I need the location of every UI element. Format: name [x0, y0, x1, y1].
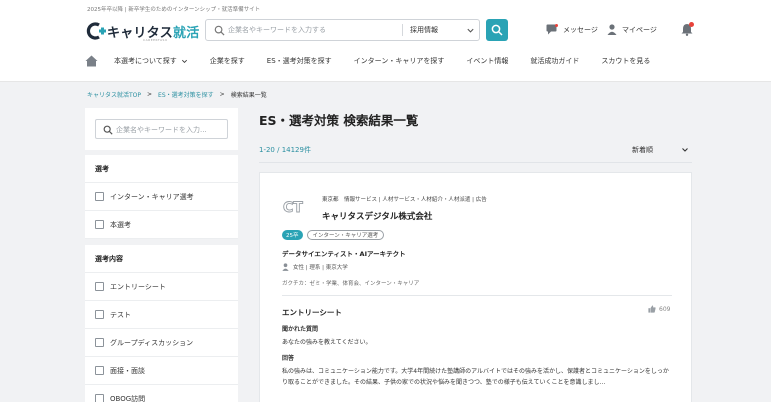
selection-type-badge: インターン・キャリア選考 [306, 230, 385, 240]
question-text: あなたの強みを教えてください。 [282, 339, 372, 346]
chevron-down-icon[interactable] [466, 26, 475, 35]
sort-label: 新着順 [632, 146, 653, 154]
svg-text:CT: CT [283, 200, 303, 216]
company-name[interactable]: キャリタスデジタル株式会社 [322, 210, 432, 222]
search-category-select[interactable]: 採用情報 [410, 25, 438, 35]
checkbox[interactable] [95, 338, 104, 347]
like-button[interactable]: 609 [648, 305, 670, 313]
breadcrumb-parent[interactable]: ES・選考対策を探す [158, 90, 214, 99]
filter-option-entry-sheet[interactable]: エントリーシート [85, 273, 238, 301]
main-nav: 本選考について探す 企業を探す ES・選考対策を探す インターン・キャリアを探す… [85, 52, 672, 70]
company-meta: 東京都 情報サービス | 人材サービス・人材紹介・人材派遣 | 広告 [322, 197, 487, 203]
checkbox[interactable] [95, 310, 104, 319]
chevron-down-icon [682, 148, 688, 152]
person-text: 女性 | 理系 | 東京大学 [293, 265, 348, 271]
checkbox[interactable] [95, 394, 104, 402]
chevron-down-icon [181, 59, 187, 63]
thumbs-up-icon [648, 305, 656, 313]
filter-title-selection: 選考 [85, 155, 238, 183]
search-icon [491, 24, 503, 36]
nav-item-selection[interactable]: 本選考について探す [114, 56, 188, 66]
person-info: 女性 | 理系 | 東京大学 [282, 263, 348, 271]
page-title: ES・選考対策 検索結果一覧 [259, 113, 419, 128]
nav-item-companies[interactable]: 企業を探す [210, 56, 245, 66]
filter-option-obog[interactable]: OBOG訪問 [85, 385, 238, 402]
header-search-button[interactable] [486, 19, 508, 41]
filter-option-test[interactable]: テスト [85, 301, 238, 329]
like-count: 609 [659, 305, 671, 313]
nav-item-events[interactable]: イベント情報 [466, 56, 508, 66]
result-card[interactable]: CT 東京都 情報サービス | 人材サービス・人材紹介・人材派遣 | 広告 キャ… [259, 172, 692, 402]
filter-option-gd[interactable]: グループディスカッション [85, 329, 238, 357]
search-icon [214, 25, 225, 36]
search-divider [402, 24, 403, 36]
question-label: 聞かれた質問 [282, 326, 319, 333]
checkbox[interactable] [95, 282, 104, 291]
filter-option-main[interactable]: 本選考 [85, 211, 238, 239]
nav-item-intern[interactable]: インターン・キャリアを探す [354, 56, 445, 66]
breadcrumb-home[interactable]: キャリタス就活TOP [87, 90, 141, 99]
nav-item-guide[interactable]: 就活成功ガイド [530, 56, 579, 66]
checkbox[interactable] [95, 192, 104, 201]
site-tagline: 2025年卒以降 | 新卒学生のためのインターンシップ・就活準備サイト [87, 7, 261, 13]
notification-button[interactable] [681, 22, 694, 36]
header-search-bar: 採用情報 [205, 19, 480, 41]
search-icon [103, 125, 113, 135]
header-search-input[interactable] [228, 23, 398, 37]
breadcrumb-separator: > [147, 91, 153, 98]
sidebar-search-box [95, 119, 228, 139]
checkbox[interactable] [95, 366, 104, 375]
nav-item-es[interactable]: ES・選考対策を探す [267, 56, 332, 66]
message-icon [546, 24, 558, 35]
home-icon[interactable] [85, 55, 98, 67]
filter-panel-selection: 選考 インターン・キャリア選考 本選考 [85, 155, 238, 239]
message-label: メッセージ [563, 25, 598, 34]
breadcrumb-current: 検索結果一覧 [230, 92, 267, 99]
nav-item-scout[interactable]: スカウトを見る [601, 56, 650, 66]
divider [259, 162, 692, 163]
company-logo: CT [283, 200, 304, 217]
sidebar-search-input[interactable] [116, 123, 224, 136]
filter-panel-content: 選考内容 エントリーシート テスト グループディスカッション 面接・面談 OBO… [85, 245, 238, 402]
message-link[interactable]: メッセージ [546, 24, 598, 35]
breadcrumb-separator: > [219, 91, 225, 98]
filter-title-content: 選考内容 [85, 245, 238, 273]
checkbox[interactable] [95, 220, 104, 229]
mypage-label: マイページ [622, 25, 657, 34]
result-count: 1-20 / 14129件 [259, 146, 311, 154]
sort-select[interactable]: 新着順 [632, 145, 689, 155]
sidebar-search [85, 108, 238, 150]
user-icon [607, 24, 617, 35]
breadcrumb: キャリタス就活TOP > ES・選考対策を探す > 検索結果一覧 [87, 90, 267, 99]
section-title: エントリーシート [282, 308, 342, 317]
site-logo[interactable]: キャリタス就活 CAREERTASU [85, 20, 201, 42]
site-header: 2025年卒以降 | 新卒学生のためのインターンシップ・就活準備サイト キャリタ… [0, 0, 771, 82]
filter-option-intern[interactable]: インターン・キャリア選考 [85, 183, 238, 211]
card-tags: 25卒 インターン・キャリア選考 [282, 230, 385, 240]
mypage-link[interactable]: マイページ [607, 24, 657, 35]
logo-subtext: CAREERTASU [143, 38, 168, 42]
filter-option-interview[interactable]: 面接・面談 [85, 357, 238, 385]
user-icon [282, 263, 289, 271]
gakuchika-info: ガクチカ：ゼミ・学業、体育会、インターン・キャリア [282, 281, 420, 287]
divider [282, 295, 672, 296]
notification-dot [689, 22, 694, 27]
logo-mark-icon [86, 22, 106, 40]
answer-text: 私の強みは、コミュニケーション能力です。大学4年間続けた塾講師のアルバイトではそ… [282, 368, 669, 386]
year-badge: 25卒 [282, 230, 303, 240]
answer-label: 回答 [282, 355, 295, 362]
job-title: データサイエンティスト・AIアーキテクト [282, 250, 406, 258]
